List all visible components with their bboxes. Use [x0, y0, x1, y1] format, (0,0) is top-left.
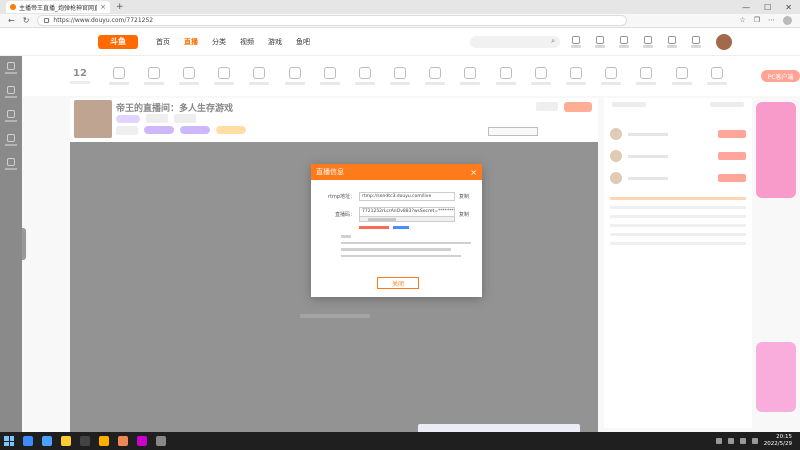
- nav-home[interactable]: 首页: [156, 37, 170, 47]
- app-icon[interactable]: [137, 436, 147, 446]
- collections-icon[interactable]: ❐: [754, 16, 760, 25]
- favorite-star-icon[interactable]: ☆: [739, 16, 745, 25]
- settings-more-icon[interactable]: ⋯: [768, 16, 775, 25]
- stream-key-row: 直播码： 7721252rLcrAnOv883?wsSecret=*******…: [311, 207, 482, 222]
- back-icon[interactable]: ←: [8, 16, 15, 25]
- stream-key-box: 7721252rLcrAnOv883?wsSecret=**********: [359, 207, 455, 222]
- close-window-icon[interactable]: ✕: [785, 3, 792, 12]
- address-bar: ← ↻ https://www.douyu.com/7721252 ☆ ❐ ⋯: [0, 14, 800, 28]
- url-field[interactable]: https://www.douyu.com/7721252: [37, 15, 628, 26]
- main-nav: 首页 直播 分类 视频 游戏 鱼吧: [156, 37, 310, 47]
- new-tab-icon[interactable]: +: [116, 2, 124, 12]
- refresh-icon[interactable]: ↻: [23, 16, 30, 25]
- rtmp-field[interactable]: rtmp://sendtc3.douyu.com/live: [359, 192, 455, 201]
- rtmp-label: rtmp地址：: [327, 194, 355, 200]
- site-header: 斗鱼 首页 直播 分类 视频 游戏 鱼吧 ⌕: [0, 28, 800, 56]
- nav-video[interactable]: 视频: [240, 37, 254, 47]
- header-icon-1[interactable]: [570, 35, 582, 48]
- tray-icon[interactable]: [739, 438, 746, 444]
- tray-icon[interactable]: [715, 438, 722, 444]
- close-tab-icon[interactable]: ×: [100, 3, 106, 11]
- browser-tab[interactable]: 主播帝王直播_炮弹枪神官网直播... ×: [6, 1, 110, 13]
- header-icon-4[interactable]: [642, 35, 654, 48]
- tray-icon[interactable]: [727, 438, 734, 444]
- os-taskbar: 20:15 2022/5/29: [0, 432, 800, 450]
- url-text: https://www.douyu.com/7721252: [53, 17, 154, 24]
- app-icon[interactable]: [118, 436, 128, 446]
- browser-toolbar: ☆ ❐ ⋯: [739, 16, 792, 25]
- minimize-icon[interactable]: —: [742, 3, 750, 12]
- tab-title: 主播帝王直播_炮弹枪神官网直播...: [19, 4, 98, 12]
- nav-category[interactable]: 分类: [212, 37, 226, 47]
- system-tray: 20:15 2022/5/29: [715, 434, 800, 448]
- header-icons: [570, 35, 702, 48]
- dialog-header: 直播信息 ×: [311, 164, 482, 180]
- copy-rtmp-button[interactable]: 复制: [459, 193, 469, 200]
- maximize-icon[interactable]: ☐: [764, 3, 771, 12]
- user-avatar[interactable]: [716, 33, 732, 50]
- windows-start-icon[interactable]: [4, 436, 14, 446]
- stream-info-dialog: 直播信息 × rtmp地址： rtmp://sendtc3.douyu.com/…: [311, 164, 482, 297]
- site-logo[interactable]: 斗鱼: [98, 34, 138, 49]
- nav-yuba[interactable]: 鱼吧: [296, 37, 310, 47]
- header-icon-5[interactable]: [666, 35, 678, 48]
- tray-icon[interactable]: [751, 438, 758, 444]
- warning-text: [359, 226, 482, 229]
- search-icon[interactable]: ⌕: [551, 37, 555, 46]
- edge-icon[interactable]: [23, 436, 33, 446]
- nav-live[interactable]: 直播: [184, 37, 198, 47]
- learn-more-link[interactable]: [393, 226, 409, 229]
- site-favicon-icon: [10, 4, 16, 10]
- obs-icon[interactable]: [156, 436, 166, 446]
- stream-key-label: 直播码：: [334, 212, 355, 218]
- rtmp-row: rtmp地址： rtmp://sendtc3.douyu.com/live 复制: [311, 192, 482, 201]
- lock-icon: [44, 18, 50, 23]
- window-controls: — ☐ ✕: [742, 3, 800, 12]
- dialog-title: 直播信息: [316, 168, 344, 176]
- dialog-notes: [341, 235, 471, 257]
- app-icon[interactable]: [80, 436, 90, 446]
- stream-key-scrollbar[interactable]: [359, 216, 455, 222]
- copy-key-button[interactable]: 复制: [459, 211, 469, 218]
- stream-key-field[interactable]: 7721252rLcrAnOv883?wsSecret=**********: [359, 207, 455, 216]
- profile-icon[interactable]: [783, 16, 792, 25]
- app-icon[interactable]: [42, 436, 52, 446]
- browser-tab-bar: 主播帝王直播_炮弹枪神官网直播... × + — ☐ ✕: [0, 0, 800, 14]
- close-icon[interactable]: ×: [470, 168, 477, 177]
- app-icon[interactable]: [99, 436, 109, 446]
- close-dialog-button[interactable]: 关闭: [377, 277, 419, 289]
- header-icon-2[interactable]: [594, 35, 606, 48]
- folder-icon[interactable]: [61, 436, 71, 446]
- clock[interactable]: 20:15 2022/5/29: [764, 434, 792, 448]
- search-input[interactable]: ⌕: [470, 35, 560, 48]
- header-icon-3[interactable]: [618, 35, 630, 48]
- nav-game[interactable]: 游戏: [268, 37, 282, 47]
- header-icon-6[interactable]: [690, 35, 702, 48]
